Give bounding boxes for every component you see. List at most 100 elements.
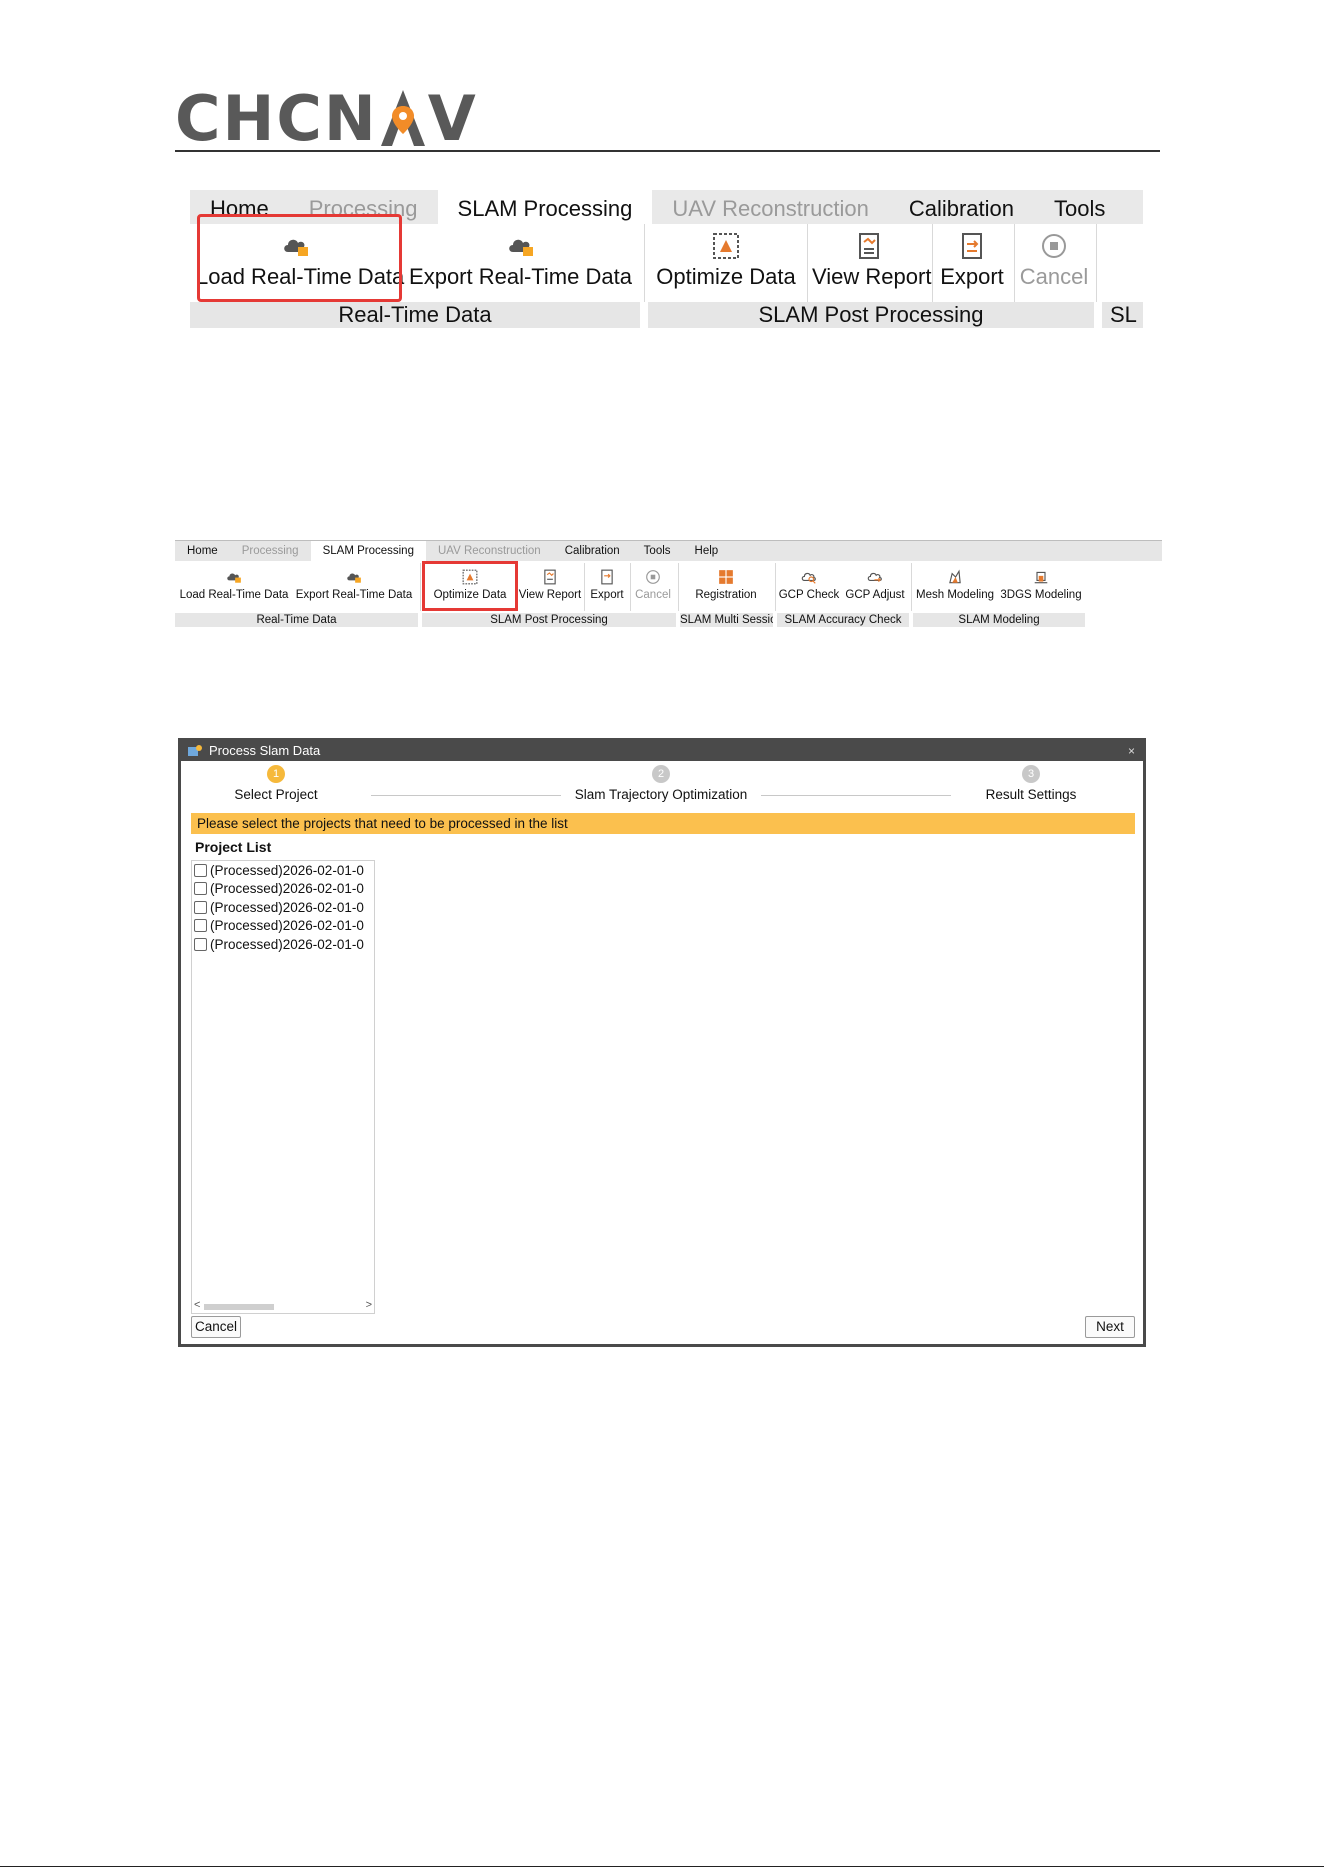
cancel-button[interactable]: Cancel: [191, 1316, 241, 1338]
mesh-modeling-label: Mesh Modeling: [916, 589, 994, 601]
export-realtime-data-label: Export Real-Time Data: [409, 264, 632, 289]
ribbon-separator: [807, 224, 808, 302]
ribbon-separator: [775, 563, 776, 611]
step-number: 2: [652, 765, 670, 783]
project-checkbox[interactable]: [194, 882, 207, 896]
tab-calibration[interactable]: Calibration: [889, 190, 1034, 224]
gcp-check-button[interactable]: GCP Check: [778, 561, 840, 613]
instruction-banner: Please select the projects that need to …: [191, 813, 1135, 834]
export-realtime-data-button[interactable]: Export Real-Time Data: [408, 224, 633, 302]
tab-home[interactable]: Home: [175, 541, 230, 561]
project-name: (Processed)2026-02-01-0: [210, 881, 364, 897]
cloud-export-icon: [508, 239, 533, 256]
3dgs-modeling-button[interactable]: 3DGS Modeling: [999, 561, 1083, 613]
group-slam-multi-session: SLAM Multi Session: [680, 613, 773, 627]
view-report-label: View Report: [518, 589, 582, 601]
list-item[interactable]: (Processed)2026-02-01-0: [192, 935, 374, 954]
load-realtime-data-button[interactable]: Load Real-Time Data: [177, 561, 291, 613]
project-name: (Processed)2026-02-01-0: [210, 899, 364, 915]
project-name: (Processed)2026-02-01-0: [210, 862, 364, 878]
process-slam-data-dialog: Process Slam Data × 1 Select Project 2 S…: [178, 738, 1146, 1347]
mesh-icon: [949, 569, 961, 584]
scroll-left-arrow-icon[interactable]: <: [194, 1299, 200, 1311]
step-select-project: 1 Select Project: [211, 765, 341, 802]
view-report-button[interactable]: View Report: [518, 561, 582, 613]
highlight-load-realtime-data: [197, 214, 402, 302]
cloud-export-icon: [347, 573, 361, 583]
project-list[interactable]: (Processed)2026-02-01-0 (Processed)2026-…: [191, 860, 375, 1314]
group-slam-accuracy-check: SLAM Accuracy Check: [777, 613, 909, 627]
horizontal-scrollbar[interactable]: < >: [192, 1299, 374, 1313]
ribbon-small-tabbar: Home Processing SLAM Processing UAV Reco…: [175, 541, 1162, 561]
ribbon-separator: [932, 224, 933, 302]
export-button[interactable]: Export: [587, 561, 627, 613]
dialog-title: Process Slam Data: [209, 743, 321, 758]
export-label: Export: [940, 264, 1004, 289]
group-realtime-data: Real-Time Data: [190, 302, 640, 328]
dialog-titlebar: Process Slam Data ×: [181, 741, 1143, 761]
report-icon: [544, 569, 556, 585]
ribbon-separator: [630, 563, 631, 611]
cloud-import-icon: [227, 573, 241, 583]
report-icon: [859, 233, 879, 259]
load-realtime-data-label: Load Real-Time Data: [179, 589, 289, 601]
ribbon-separator: [911, 563, 912, 611]
gcp-adjust-label: GCP Adjust: [845, 589, 905, 601]
ribbon-small: Home Processing SLAM Processing UAV Reco…: [175, 540, 1162, 632]
highlight-optimize-data: [422, 561, 518, 611]
ribbon-separator: [1014, 224, 1015, 302]
cancel-label: Cancel: [635, 589, 671, 601]
step-result-settings: 3 Result Settings: [961, 765, 1101, 802]
gcp-check-label: GCP Check: [778, 589, 840, 601]
ribbon-separator: [644, 224, 645, 302]
step-number: 3: [1022, 765, 1040, 783]
list-item[interactable]: (Processed)2026-02-01-0: [192, 898, 374, 917]
list-item[interactable]: (Processed)2026-02-01-0: [192, 880, 374, 899]
project-name: (Processed)2026-02-01-0: [210, 918, 364, 934]
project-checkbox[interactable]: [194, 919, 207, 933]
cancel-label: Cancel: [1019, 264, 1089, 289]
project-checkbox[interactable]: [194, 863, 207, 877]
scroll-thumb[interactable]: [204, 1304, 274, 1310]
project-checkbox[interactable]: [194, 900, 207, 914]
step-label: Result Settings: [985, 787, 1077, 802]
registration-button[interactable]: Registration: [681, 561, 771, 613]
list-item[interactable]: (Processed)2026-02-01-0: [192, 917, 374, 936]
next-button[interactable]: Next: [1085, 1316, 1135, 1338]
group-truncated: SL: [1102, 302, 1143, 328]
mesh-modeling-button[interactable]: Mesh Modeling: [913, 561, 997, 613]
stop-icon: [646, 570, 660, 584]
stop-icon: [1042, 234, 1066, 258]
project-checkbox[interactable]: [194, 937, 207, 951]
tab-help[interactable]: Help: [683, 541, 731, 561]
cloud-adjust-icon: [867, 572, 882, 582]
group-realtime-data: Real-Time Data: [175, 613, 418, 627]
list-item[interactable]: (Processed)2026-02-01-0: [192, 861, 374, 880]
registration-icon: [719, 570, 733, 584]
tab-slam-processing[interactable]: SLAM Processing: [437, 190, 653, 226]
cancel-button[interactable]: Cancel: [1018, 224, 1090, 302]
group-slam-modeling: SLAM Modeling: [913, 613, 1085, 627]
optimize-data-button[interactable]: Optimize Data: [652, 224, 800, 302]
tab-uav-reconstruction[interactable]: UAV Reconstruction: [426, 541, 553, 561]
ribbon-small-body: Load Real-Time Data Export Real-Time Dat…: [175, 561, 1162, 633]
close-icon[interactable]: ×: [1128, 741, 1135, 761]
tab-uav-reconstruction[interactable]: UAV Reconstruction: [652, 190, 888, 224]
cancel-button[interactable]: Cancel: [633, 561, 673, 613]
view-report-button[interactable]: View Report: [812, 224, 931, 302]
gcp-adjust-button[interactable]: GCP Adjust: [842, 561, 908, 613]
tab-processing[interactable]: Processing: [230, 541, 311, 561]
ribbon-separator: [584, 563, 585, 611]
tab-calibration[interactable]: Calibration: [553, 541, 632, 561]
tab-tools[interactable]: Tools: [1034, 190, 1125, 224]
footer-rule: [0, 1866, 1324, 1867]
ribbon-large: Home Processing SLAM Processing UAV Reco…: [190, 190, 1143, 340]
project-list-title: Project List: [195, 839, 272, 855]
export-button[interactable]: Export: [936, 224, 1008, 302]
tab-tools[interactable]: Tools: [632, 541, 683, 561]
registration-label: Registration: [695, 589, 757, 601]
cloud-search-icon: [801, 572, 816, 584]
export-realtime-data-button[interactable]: Export Real-Time Data: [293, 561, 415, 613]
scroll-right-arrow-icon[interactable]: >: [366, 1299, 372, 1311]
tab-slam-processing[interactable]: SLAM Processing: [310, 541, 426, 561]
